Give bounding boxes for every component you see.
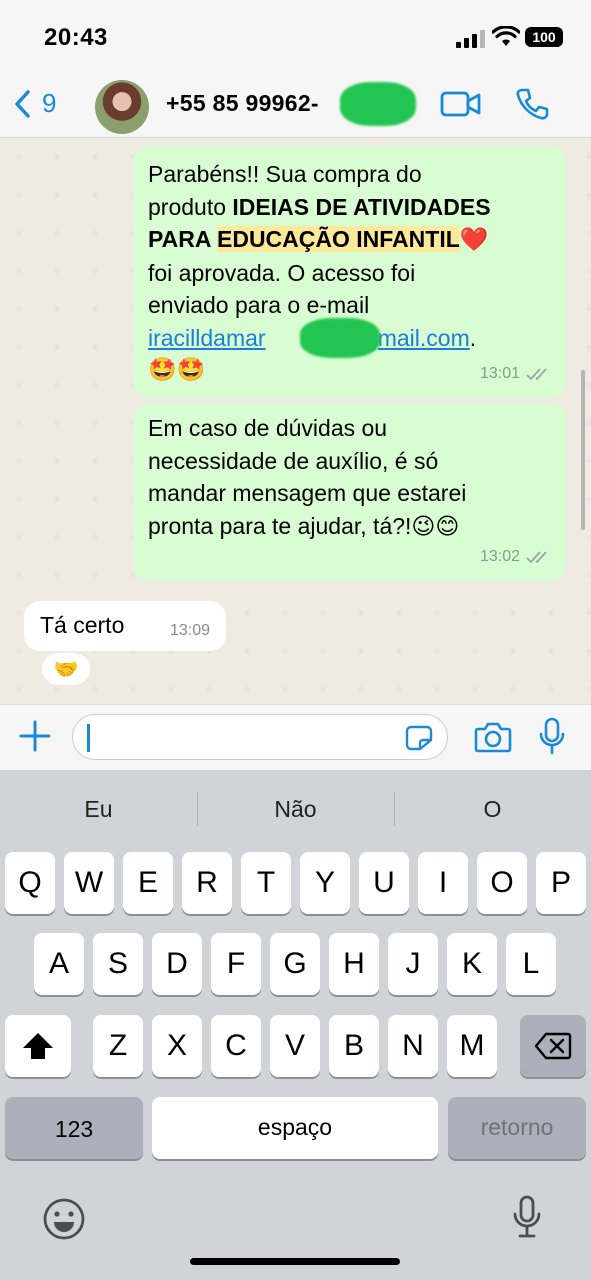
key-a[interactable]: A (34, 933, 84, 995)
contact-name[interactable]: +55 85 99962- (166, 90, 319, 117)
home-indicator[interactable] (190, 1258, 400, 1265)
suggestion-item[interactable]: O (394, 796, 591, 823)
phone-call-icon[interactable] (514, 86, 550, 122)
message-text: produto (148, 193, 233, 220)
message-line: produto IDEIAS DE ATIVIDADES (148, 191, 550, 224)
key-r[interactable]: R (182, 852, 232, 914)
key-e[interactable]: E (123, 852, 173, 914)
outgoing-message: Em caso de dúvidas ou necessidade de aux… (133, 404, 566, 581)
shift-key[interactable] (5, 1015, 71, 1077)
key-u[interactable]: U (359, 852, 409, 914)
message-input-bar (0, 704, 591, 770)
key-m[interactable]: M (447, 1015, 497, 1077)
double-check-icon (526, 551, 547, 564)
key-z[interactable]: Z (93, 1015, 143, 1077)
key-d[interactable]: D (152, 933, 202, 995)
back-chevron-icon (15, 89, 30, 118)
message-line: Em caso de dúvidas ou (148, 415, 388, 441)
suggestion-bar: Eu Não O (0, 770, 591, 850)
suggestion-item[interactable]: Eu (0, 796, 197, 823)
scrollbar[interactable] (581, 370, 585, 530)
plus-icon[interactable] (18, 719, 52, 753)
key-p[interactable]: P (536, 852, 586, 914)
product-name: IDEIAS DE ATIVIDADES (232, 193, 491, 220)
incoming-message: Tá certo 13:09 (24, 601, 226, 651)
redaction-mark (340, 82, 416, 126)
video-call-icon[interactable] (440, 90, 482, 118)
chat-area[interactable]: Parabéns!! Sua compra do produto IDEIAS … (0, 138, 591, 704)
battery-indicator: 100 (525, 27, 563, 47)
heart-emoji: ❤️ (459, 227, 489, 253)
backspace-key[interactable] (520, 1015, 586, 1077)
message-line: necessidade de auxílio, é só (148, 447, 439, 474)
key-t[interactable]: T (241, 852, 291, 914)
contact-avatar[interactable] (95, 80, 149, 134)
key-w[interactable]: W (64, 852, 114, 914)
chat-header: 9 +55 85 99962- (0, 76, 591, 138)
wifi-icon (492, 26, 520, 46)
message-time: 13:09 (169, 622, 210, 639)
key-x[interactable]: X (152, 1015, 202, 1077)
key-label: 123 (54, 1116, 94, 1142)
message-line: Parabéns!! Sua compra do (148, 161, 422, 187)
key-q[interactable]: Q (5, 852, 55, 914)
key-label: espaço (257, 1114, 333, 1140)
message-line: mandar mensagem que estarei (148, 480, 467, 506)
unread-count: 9 (42, 88, 57, 118)
key-k[interactable]: K (447, 933, 497, 995)
camera-icon[interactable] (474, 721, 512, 753)
message-text: . (469, 324, 477, 351)
key-s[interactable]: S (93, 933, 143, 995)
key-j[interactable]: J (388, 933, 438, 995)
cellular-signal-icon (456, 30, 486, 48)
key-f[interactable]: F (211, 933, 261, 995)
key-label: retorno (480, 1114, 554, 1140)
status-time: 20:43 (44, 24, 108, 51)
status-bar: 20:43 100 (0, 0, 591, 76)
key-i[interactable]: I (418, 852, 468, 914)
message-line: iracilldamar @gmail.com. (148, 317, 550, 358)
highlighted-product-name: EDUCAÇÃO INFANTIL (217, 226, 460, 252)
key-o[interactable]: O (477, 852, 527, 914)
message-line: foi aprovada. O acesso foi (148, 259, 416, 286)
handshake-reaction[interactable]: 🤝 (40, 651, 92, 687)
keyboard: Eu Não O Q W E R T Y U I O P A S D F G H… (0, 770, 591, 1280)
back-button[interactable]: 9 (12, 88, 56, 119)
message-line: PARA EDUCAÇÃO INFANTIL❤️ (148, 223, 550, 257)
key-l[interactable]: L (506, 933, 556, 995)
outgoing-message: Parabéns!! Sua compra do produto IDEIAS … (133, 146, 566, 398)
key-n[interactable]: N (388, 1015, 438, 1077)
redaction-mark (300, 317, 380, 358)
backspace-icon (534, 1032, 572, 1060)
key-g[interactable]: G (270, 933, 320, 995)
message-time: 13:01 (479, 364, 520, 382)
text-caret (87, 724, 90, 752)
message-line: pronta para te ajudar, tá?!😉😊 (148, 512, 460, 539)
space-key[interactable]: espaço (152, 1097, 438, 1159)
double-check-icon (526, 368, 547, 381)
message-text: Tá certo (40, 612, 125, 638)
key-y[interactable]: Y (300, 852, 350, 914)
key-c[interactable]: C (211, 1015, 261, 1077)
product-name: PARA (148, 226, 217, 252)
numbers-key[interactable]: 123 (5, 1097, 143, 1159)
microphone-icon[interactable] (538, 717, 566, 755)
dictation-mic-icon[interactable] (512, 1195, 542, 1239)
message-line: enviado para o e-mail (148, 292, 370, 318)
suggestion-item[interactable]: Não (197, 796, 394, 823)
sticker-icon[interactable] (405, 725, 433, 751)
message-time: 13:02 (479, 547, 520, 565)
emoji-icon[interactable] (42, 1197, 86, 1241)
key-b[interactable]: B (329, 1015, 379, 1077)
message-meta: 13:01 (480, 358, 552, 391)
message-meta: 13:02 (480, 541, 552, 574)
key-h[interactable]: H (329, 933, 379, 995)
email-link[interactable]: iracilldamar (148, 325, 266, 351)
message-input[interactable] (72, 714, 448, 760)
shift-icon (23, 1033, 53, 1059)
key-v[interactable]: V (270, 1015, 320, 1077)
return-key[interactable]: retorno (448, 1097, 586, 1159)
